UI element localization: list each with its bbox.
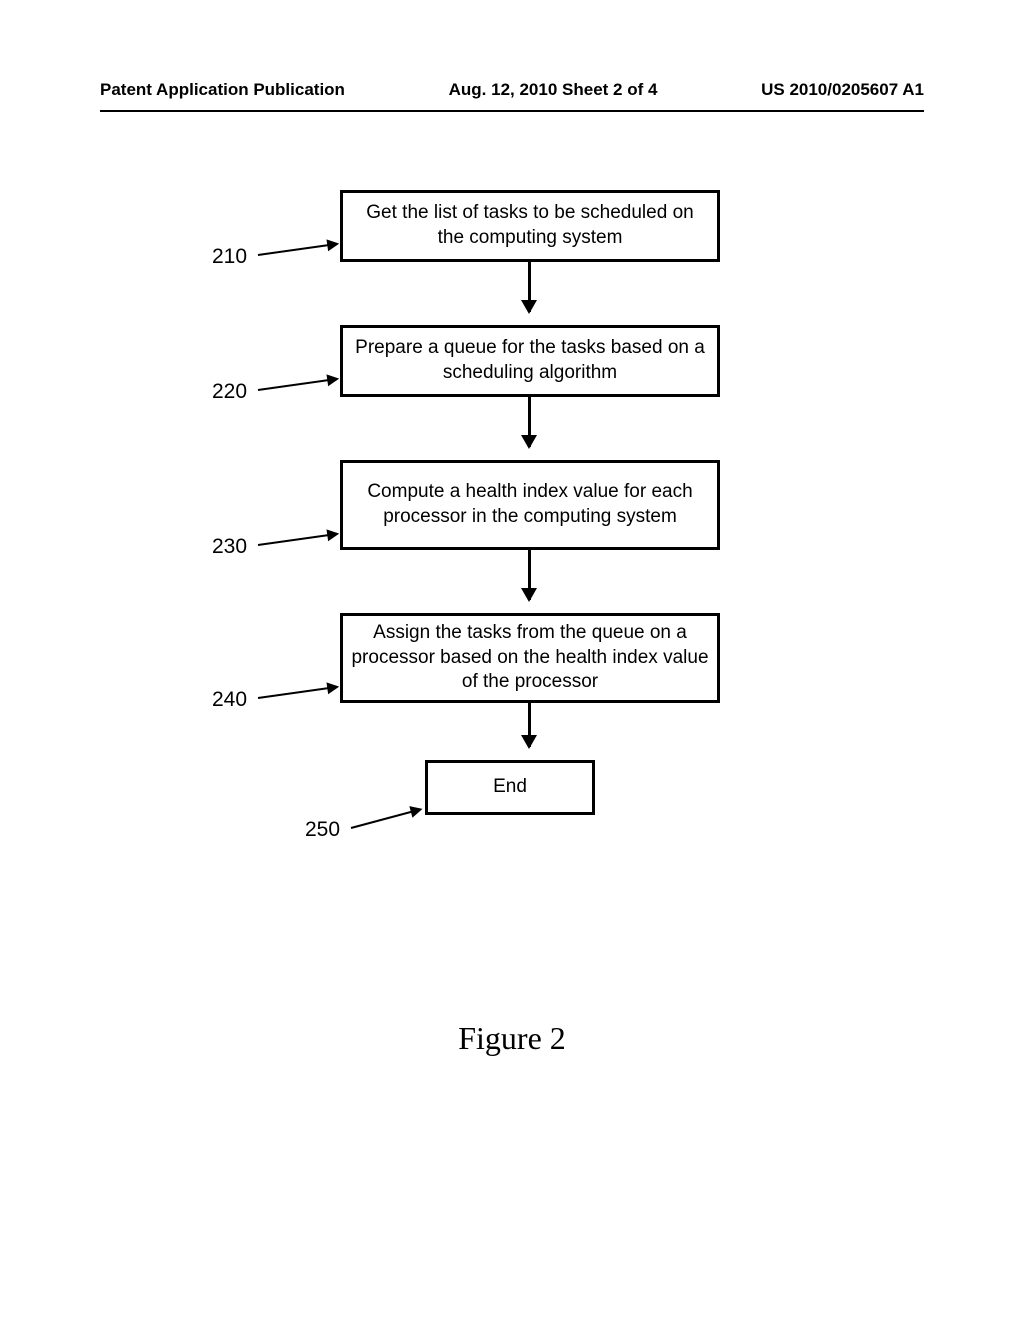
arrow-icon [528, 550, 531, 600]
header-patent-number: US 2010/0205607 A1 [761, 80, 924, 100]
reference-number-3: 230 [212, 535, 247, 559]
flowchart-step-2: Prepare a queue for the tasks based on a… [340, 325, 720, 397]
reference-pointer-icon [258, 686, 337, 699]
flowchart-step-4: Assign the tasks from the queue on a pro… [340, 613, 720, 703]
flowchart-step-3-text: Compute a health index value for each pr… [351, 480, 709, 529]
flowchart-step-1: Get the list of tasks to be scheduled on… [340, 190, 720, 262]
figure-caption: Figure 2 [0, 1020, 1024, 1057]
reference-number-5: 250 [305, 818, 340, 842]
header-date-sheet: Aug. 12, 2010 Sheet 2 of 4 [449, 80, 658, 100]
reference-number-1: 210 [212, 245, 247, 269]
flowchart-step-3: Compute a health index value for each pr… [340, 460, 720, 550]
flowchart-step-end-text: End [493, 775, 527, 800]
reference-pointer-icon [258, 378, 337, 391]
arrow-icon [528, 397, 531, 447]
reference-number-2: 220 [212, 380, 247, 404]
patent-header: Patent Application Publication Aug. 12, … [0, 80, 1024, 100]
reference-pointer-icon [258, 533, 337, 546]
flowchart-step-2-text: Prepare a queue for the tasks based on a… [351, 336, 709, 385]
reference-number-4: 240 [212, 688, 247, 712]
flowchart-step-end: End [425, 760, 595, 815]
reference-pointer-icon [351, 808, 421, 829]
arrow-icon [528, 703, 531, 747]
flowchart-step-1-text: Get the list of tasks to be scheduled on… [351, 201, 709, 250]
header-divider [100, 110, 924, 112]
reference-pointer-icon [258, 243, 337, 256]
header-publication: Patent Application Publication [100, 80, 345, 100]
flowchart-step-4-text: Assign the tasks from the queue on a pro… [351, 621, 709, 695]
arrow-icon [528, 262, 531, 312]
